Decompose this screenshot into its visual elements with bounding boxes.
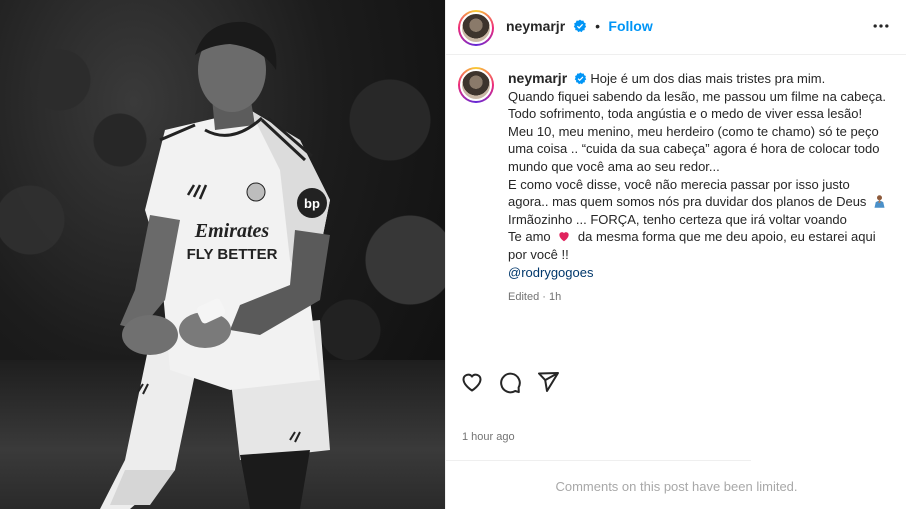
caption-line: por você !! [508,246,569,262]
caption-line: uma coisa .. “cuida da sua cabeça” agora… [508,141,880,157]
jersey-sponsor-line-1: Emirates [194,220,270,242]
edited-age: 1h [549,291,562,304]
caption-line: E como você disse, você não merecia pass… [508,176,850,192]
caption-line: mundo que você ama ao seu redor... [508,158,720,174]
caption-line: Irmãozinho ... FORÇA, tenho certeza que … [508,211,847,227]
edited-label: Edited · 1h [508,289,893,307]
caption-avatar[interactable] [458,67,494,103]
more-options-icon[interactable] [871,16,891,36]
send-icon[interactable] [536,370,560,394]
post-actions [460,370,560,394]
divider [446,460,751,461]
verified-badge-icon [574,72,586,85]
caption-line: neymarjr Hoje é um dos dias mais tristes… [508,70,893,88]
comment-icon[interactable] [498,370,522,394]
caption-username[interactable]: neymarjr [508,70,567,86]
heart-icon[interactable] [460,370,484,394]
post-timestamp[interactable]: 1 hour ago [462,431,515,443]
caption-line: Quando fiquei sabendo da lesão, me passo… [508,88,886,104]
caption-text: Hoje é um dos dias mais tristes pra mim. [590,71,826,86]
post-header: neymarjr • Follow [446,0,906,55]
post-details-panel: neymarjr • Follow neymarjr Hoje é um dos… [445,0,906,509]
post-caption: neymarjr Hoje é um dos dias mais tristes… [508,70,893,307]
follow-button[interactable]: Follow [608,18,652,34]
caption-line: Meu 10, meu menino, meu herdeiro (como t… [508,123,879,139]
post-image[interactable]: bp Emirates FLY BETTER [0,0,445,509]
svg-text:bp: bp [304,196,320,211]
heart-emoji-icon [559,232,569,242]
comments-limited-notice: Comments on this post have been limited. [555,479,798,494]
verified-badge-icon [573,19,586,33]
header-separator: • [595,18,600,34]
caption-text: Te amo [508,229,551,245]
caption-line: Todo sofrimento, toda angústia e o medo … [508,106,863,122]
caption-line: Te amo da mesma forma que me deu apoio, … [508,228,893,246]
edited-separator: · [542,291,546,304]
author-row: neymarjr • Follow [506,18,653,36]
player-figure: bp Emirates FLY BETTER [100,21,330,509]
mention-link[interactable]: @rodrygogoes [508,264,893,282]
jersey-sponsor-line-2: FLY BETTER [187,246,278,263]
caption-text: da mesma forma que me deu apoio, eu esta… [577,229,876,245]
praying-emoji-icon [874,195,885,208]
caption-text: agora.. mas quem somos nós pra duvidar d… [508,194,867,210]
edited-text: Edited [508,291,540,304]
author-username[interactable]: neymarjr [506,18,565,34]
author-avatar[interactable] [458,10,494,46]
caption-line: agora.. mas quem somos nós pra duvidar d… [508,193,893,211]
